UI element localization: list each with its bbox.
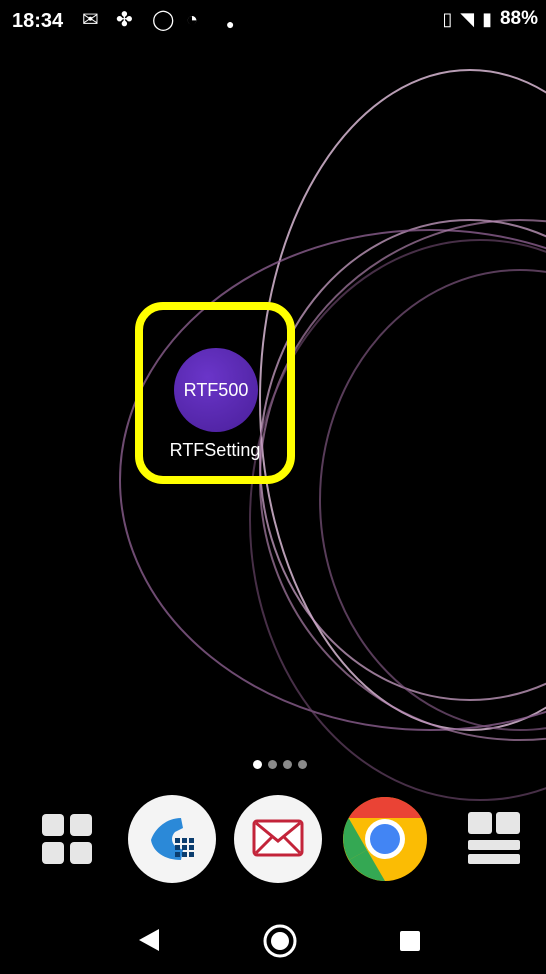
rtf500-app-icon[interactable]: RTF500 — [174, 348, 258, 432]
status-bar: 18:34 ✉ ✤ ◯ ◔ ● ▯ ◥ ▮ 88% — [0, 0, 546, 44]
mail-icon: ✉ — [82, 9, 99, 31]
chat-bubble-icon: ◯ — [152, 9, 175, 31]
phone-icon — [151, 818, 194, 860]
chrome-app[interactable] — [341, 795, 429, 888]
page-dot-active — [253, 760, 262, 769]
app-drawer-button[interactable] — [40, 812, 96, 873]
battery-icon: ▮ — [482, 8, 492, 29]
phone-app[interactable] — [128, 795, 216, 883]
back-icon[interactable] — [137, 927, 161, 953]
envelope-icon — [252, 819, 304, 857]
widgets-button[interactable] — [466, 810, 522, 871]
pinwheel-icon: ✤ — [116, 9, 133, 31]
status-right: ▯ ◥ ▮ 88% — [442, 8, 538, 30]
page-indicator — [253, 760, 307, 769]
page-dot — [298, 760, 307, 769]
page-dot — [283, 760, 292, 769]
app-icon-text: RTF500 — [183, 379, 249, 400]
wifi-icon: ◥ — [460, 8, 475, 29]
grid-icon — [42, 814, 92, 864]
vibrate-icon: ▯ — [442, 8, 453, 29]
home-icon[interactable] — [262, 923, 298, 959]
widget-list-icon — [468, 812, 520, 864]
dot-icon: ● — [226, 16, 235, 32]
app-label: RTFSetting — [169, 440, 261, 460]
battery-percentage: 88% — [499, 8, 538, 29]
status-time: 18:34 — [12, 10, 64, 32]
page-dot — [268, 760, 277, 769]
chrome-icon — [343, 797, 427, 881]
email-app[interactable] — [234, 795, 322, 883]
messenger-icon: ◔ — [186, 9, 199, 31]
recents-icon[interactable] — [398, 929, 422, 953]
navigation-bar — [0, 905, 546, 974]
